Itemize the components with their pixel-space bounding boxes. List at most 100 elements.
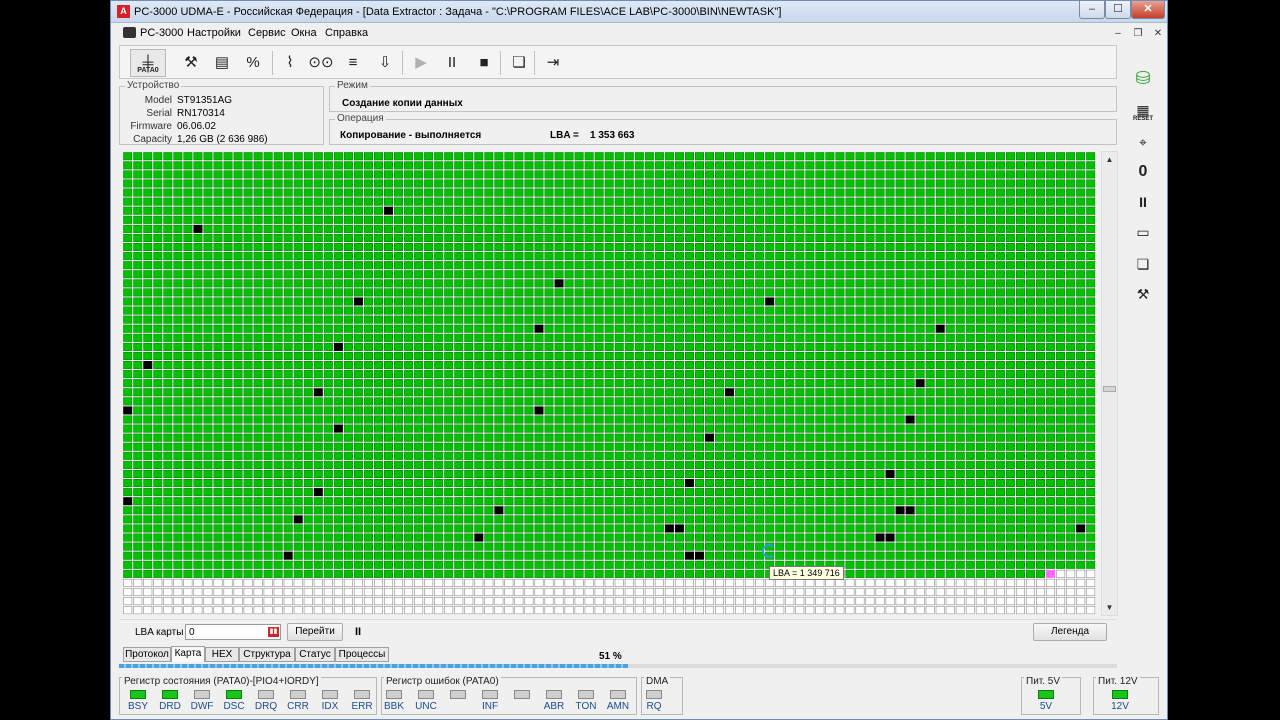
map-cell[interactable] [725, 578, 735, 587]
map-cell[interactable] [233, 370, 243, 379]
map-cell[interactable] [654, 551, 664, 560]
map-cell[interactable] [153, 587, 163, 597]
map-cell[interactable] [233, 597, 243, 606]
map-cell[interactable] [664, 597, 674, 606]
map-cell[interactable] [825, 479, 835, 488]
map-cell[interactable] [574, 242, 584, 252]
map-cell[interactable] [805, 297, 815, 306]
map-cell[interactable] [935, 261, 945, 270]
map-cell[interactable] [975, 152, 985, 161]
map-cell[interactable] [574, 451, 584, 460]
map-cell[interactable] [494, 152, 504, 161]
map-cell[interactable] [905, 560, 915, 569]
map-cell[interactable] [614, 233, 624, 242]
map-cell[interactable] [444, 424, 454, 433]
map-cell[interactable] [725, 215, 735, 224]
map-cell[interactable] [534, 324, 544, 333]
map-cell[interactable] [383, 197, 394, 206]
map-cell[interactable] [1056, 152, 1066, 161]
map-cell[interactable] [263, 424, 273, 433]
map-cell[interactable] [123, 506, 133, 515]
map-cell[interactable] [925, 242, 935, 252]
map-cell[interactable] [1036, 279, 1046, 288]
map-cell[interactable] [1056, 578, 1066, 587]
map-cell[interactable] [634, 342, 644, 351]
map-cell[interactable] [704, 560, 715, 569]
map-cell[interactable] [684, 551, 694, 560]
map-cell[interactable] [995, 161, 1005, 170]
map-cell[interactable] [404, 569, 414, 578]
map-cell[interactable] [1015, 342, 1025, 351]
map-cell[interactable] [604, 315, 614, 324]
map-cell[interactable] [484, 233, 494, 242]
map-cell[interactable] [664, 488, 674, 497]
map-cell[interactable] [233, 424, 243, 433]
map-cell[interactable] [1066, 424, 1076, 433]
map-cell[interactable] [905, 597, 915, 606]
map-cell[interactable] [1025, 233, 1036, 242]
map-cell[interactable] [353, 469, 363, 479]
map-cell[interactable] [584, 578, 594, 587]
map-cell[interactable] [273, 551, 283, 560]
map-cell[interactable] [383, 497, 394, 506]
map-cell[interactable] [995, 379, 1005, 388]
map-cell[interactable] [1005, 170, 1015, 179]
map-cell[interactable] [654, 433, 664, 442]
map-cell[interactable] [273, 270, 283, 279]
map-cell[interactable] [474, 324, 484, 333]
map-cell[interactable] [424, 179, 434, 188]
map-cell[interactable] [273, 279, 283, 288]
map-cell[interactable] [664, 188, 674, 197]
map-cell[interactable] [313, 587, 323, 597]
map-cell[interactable] [805, 333, 815, 342]
map-cell[interactable] [935, 224, 945, 233]
map-cell[interactable] [885, 524, 895, 533]
map-cell[interactable] [414, 587, 424, 597]
map-cell[interactable] [725, 315, 735, 324]
map-cell[interactable] [855, 587, 865, 597]
map-cell[interactable] [1076, 424, 1086, 433]
map-cell[interactable] [1046, 433, 1056, 442]
map-cell[interactable] [905, 188, 915, 197]
map-cell[interactable] [323, 279, 333, 288]
map-cell[interactable] [123, 597, 133, 606]
map-cell[interactable] [564, 597, 574, 606]
map-cell[interactable] [564, 406, 574, 415]
map-cell[interactable] [313, 315, 323, 324]
map-cell[interactable] [745, 479, 755, 488]
map-cell[interactable] [1015, 270, 1025, 279]
map-cell[interactable] [905, 324, 915, 333]
map-cell[interactable] [303, 606, 313, 615]
map-cell[interactable] [965, 415, 975, 424]
map-cell[interactable] [654, 179, 664, 188]
map-cell[interactable] [995, 442, 1005, 451]
map-cell[interactable] [1076, 587, 1086, 597]
map-cell[interactable] [464, 288, 474, 297]
map-cell[interactable] [1076, 488, 1086, 497]
map-cell[interactable] [183, 542, 193, 551]
map-cell[interactable] [885, 488, 895, 497]
map-cell[interactable] [404, 270, 414, 279]
map-cell[interactable] [424, 388, 434, 397]
map-cell[interactable] [414, 497, 424, 506]
map-cell[interactable] [434, 188, 444, 197]
map-cell[interactable] [163, 569, 173, 578]
map-cell[interactable] [945, 433, 955, 442]
map-cell[interactable] [143, 170, 153, 179]
map-cell[interactable] [434, 560, 444, 569]
map-cell[interactable] [233, 315, 243, 324]
map-cell[interactable] [394, 469, 404, 479]
map-cell[interactable] [825, 379, 835, 388]
map-cell[interactable] [995, 406, 1005, 415]
map-cell[interactable] [203, 288, 213, 297]
map-cell[interactable] [905, 542, 915, 551]
map-cell[interactable] [253, 578, 263, 587]
map-cell[interactable] [915, 460, 925, 469]
map-cell[interactable] [1036, 488, 1046, 497]
map-cell[interactable] [684, 424, 694, 433]
map-cell[interactable] [343, 224, 353, 233]
map-cell[interactable] [694, 197, 704, 206]
map-cell[interactable] [203, 333, 213, 342]
map-cell[interactable] [975, 206, 985, 215]
map-cell[interactable] [203, 215, 213, 224]
